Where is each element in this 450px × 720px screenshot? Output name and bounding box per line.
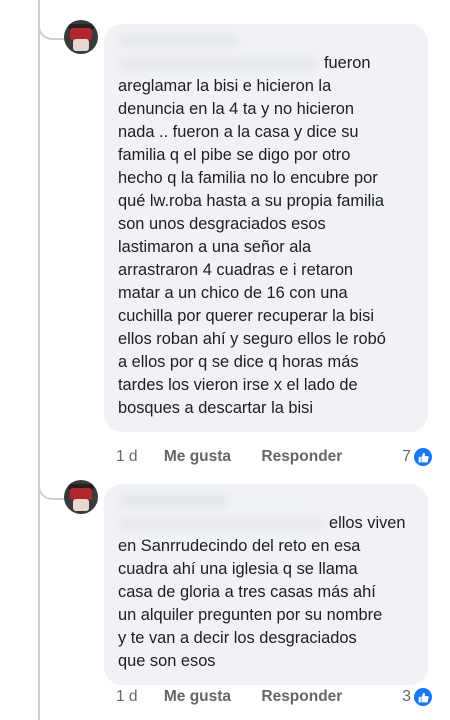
thumbs-up-icon <box>414 688 432 706</box>
author-name-redacted[interactable] <box>118 494 228 508</box>
comment-text: ellos viven en Sanrrudecindo del reto en… <box>118 512 414 673</box>
reply-button[interactable]: Responder <box>261 448 342 465</box>
reply-button[interactable]: Responder <box>261 688 342 705</box>
comment-text-first-line: ellos viven <box>329 514 406 532</box>
comment-bubble: fueron areglamar la bisi e hicieron la d… <box>104 24 428 432</box>
comment-text: fueron areglamar la bisi e hicieron la d… <box>118 52 414 420</box>
thread-line <box>38 0 40 720</box>
like-button[interactable]: Me gusta <box>164 448 231 465</box>
like-button[interactable]: Me gusta <box>164 688 231 705</box>
reaction-summary[interactable]: 3 <box>402 688 432 706</box>
comment-text-body: areglamar la bisi e hicieron la denuncia… <box>118 77 386 417</box>
comment-bubble: ellos viven en Sanrrudecindo del reto en… <box>104 484 428 685</box>
comment-text-body: en Sanrrudecindo del reto en esa cuadra … <box>118 537 383 670</box>
comment-timestamp[interactable]: 1 d <box>116 448 138 465</box>
redacted-text <box>118 56 318 71</box>
author-name-redacted[interactable] <box>118 34 238 48</box>
comment-actions: 1 d Me gusta Responder <box>116 448 368 466</box>
comment-text-first-line: fueron <box>324 54 371 72</box>
thumbs-up-icon <box>414 448 432 466</box>
thread-branch <box>38 476 66 500</box>
comment-timestamp[interactable]: 1 d <box>116 688 138 705</box>
reaction-count: 7 <box>402 448 411 465</box>
avatar[interactable] <box>64 480 98 514</box>
reaction-count: 3 <box>402 688 411 705</box>
redacted-text <box>118 516 323 531</box>
comment-actions: 1 d Me gusta Responder <box>116 688 368 706</box>
avatar[interactable] <box>64 20 98 54</box>
thread-branch <box>38 16 66 40</box>
reaction-summary[interactable]: 7 <box>402 448 432 466</box>
